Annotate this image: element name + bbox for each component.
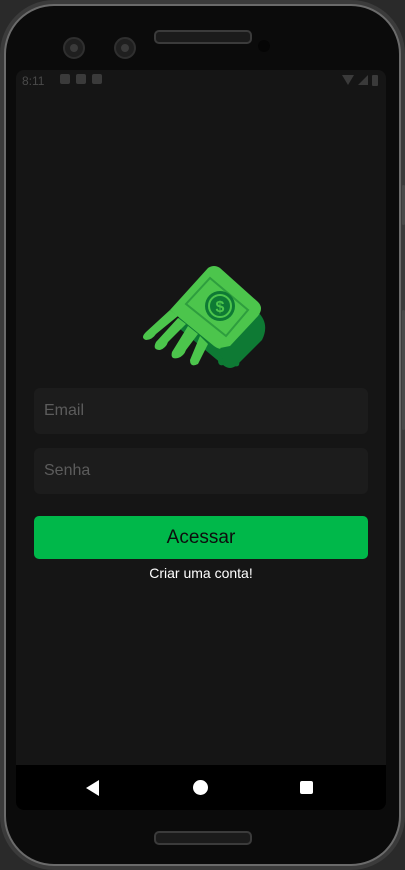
email-field[interactable] [34,388,368,434]
wifi-icon [342,75,354,85]
shield-icon [76,74,86,84]
bottom-speaker [154,831,252,845]
status-notification-icons [60,74,102,84]
proximity-sensor [258,40,270,52]
login-button[interactable]: Acessar [34,516,368,559]
signal-icon [358,75,368,85]
status-system-icons [342,75,378,86]
earpiece-speaker [154,30,252,44]
phone-frame: 8:11 $ Email Acessar Criar uma conta! [0,0,405,870]
recents-square-icon[interactable] [300,781,313,794]
sim-card-icon [92,74,102,84]
svg-text:$: $ [216,299,225,316]
app-screen: 8:11 $ Email Acessar Criar uma conta! [16,70,386,810]
login-button-label: Acessar [166,526,236,548]
home-circle-icon[interactable] [193,780,208,795]
back-triangle-icon[interactable] [86,780,99,796]
status-time: 8:11 [22,74,45,88]
status-bar: 8:11 [16,70,386,92]
settings-icon [60,74,70,84]
flying-money-icon: $ [143,266,266,368]
password-field[interactable] [34,448,368,494]
battery-icon [372,75,378,86]
front-camera-icon [114,37,136,59]
system-nav-bar [16,765,386,810]
front-camera-icon [63,37,85,59]
create-account-link[interactable]: Criar uma conta! [16,565,386,581]
